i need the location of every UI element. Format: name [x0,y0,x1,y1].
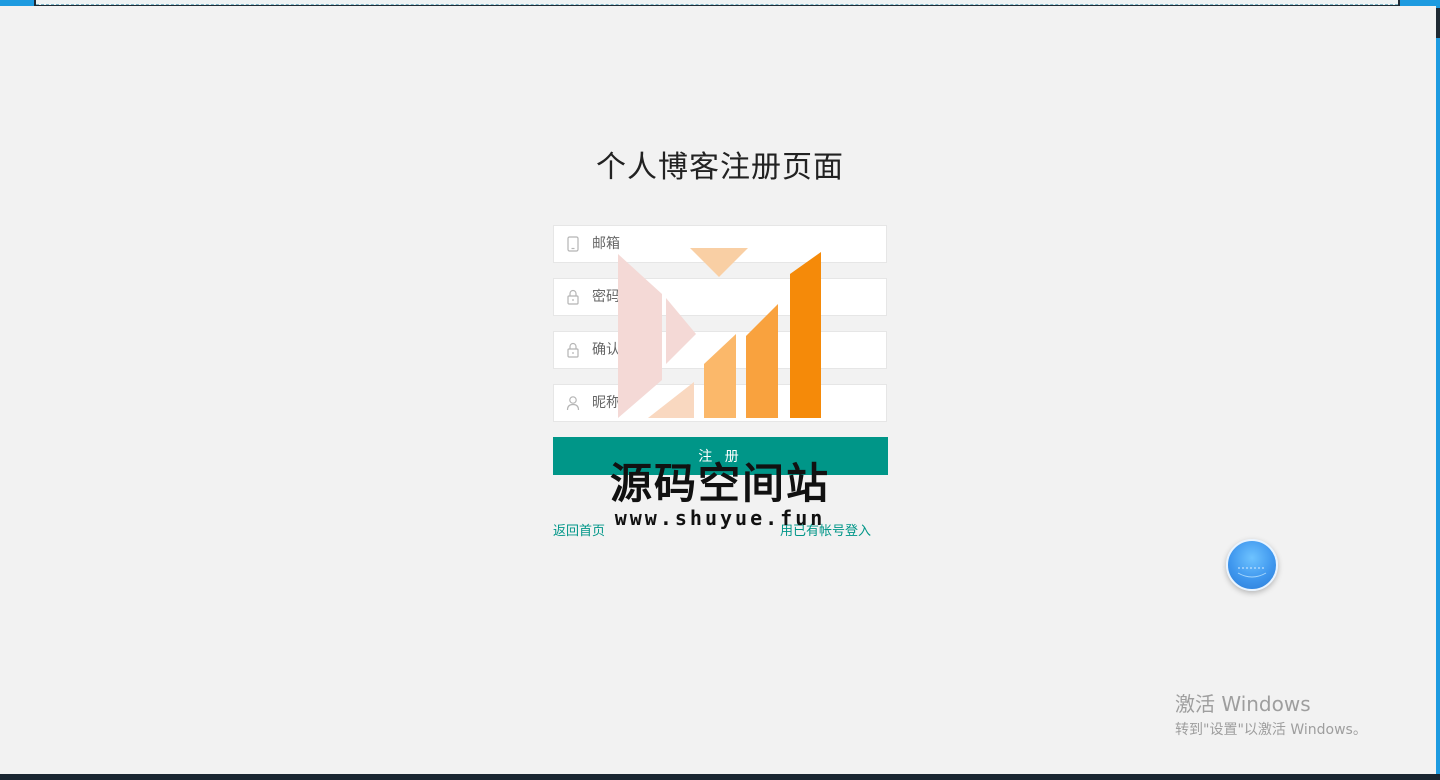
watermark-url: www.shuyue.fun [614,506,826,530]
phone-icon [554,226,592,262]
page-title: 个人博客注册页面 [596,150,844,185]
activation-headline: 激活 Windows [1175,692,1311,716]
page-canvas: 个人博客注册页面 邮箱 昵称 注 册 返回首页 用已有帐号登入 源码空间站 ww… [0,6,1436,774]
activation-subline: 转到"设置"以激活 Windows。 [1175,722,1367,738]
frame-right-bar [1436,38,1440,780]
floating-assistant-icon[interactable] [1226,539,1278,591]
lock-icon [554,332,592,368]
frame-bottom-bar [0,774,1440,780]
watermark-logo [618,248,821,418]
user-icon [554,385,592,421]
watermark-title: 源码空间站 [609,459,830,508]
windows-activation-notice: 激活 Windows 转到"设置"以激活 Windows。 [1175,688,1367,739]
top-dashed-bar [36,0,1398,5]
lock-icon [554,279,592,315]
